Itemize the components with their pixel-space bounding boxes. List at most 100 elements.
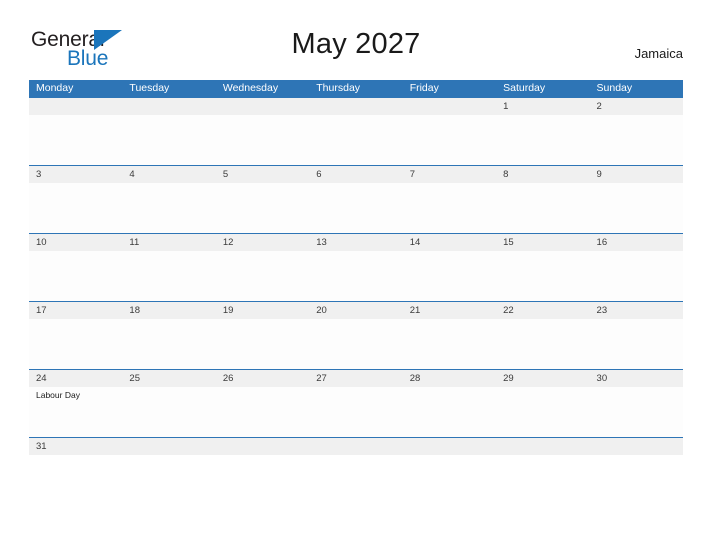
- day-cell[interactable]: [309, 319, 402, 369]
- day-cell[interactable]: [590, 115, 683, 165]
- day-cell[interactable]: [403, 319, 496, 369]
- week-body-band: [29, 319, 683, 369]
- weekday-monday: Monday: [36, 82, 74, 94]
- date-number[interactable]: 13: [309, 234, 402, 251]
- day-cell[interactable]: [496, 183, 589, 233]
- date-number[interactable]: 10: [29, 234, 122, 251]
- day-cell[interactable]: [309, 183, 402, 233]
- date-number[interactable]: 16: [590, 234, 683, 251]
- date-number[interactable]: 12: [216, 234, 309, 251]
- day-cell[interactable]: [590, 251, 683, 301]
- week-row: 17 18 19 20 21 22 23: [29, 301, 683, 369]
- day-cell[interactable]: [309, 115, 402, 165]
- date-number[interactable]: 29: [496, 370, 589, 387]
- date-number[interactable]: 4: [122, 166, 215, 183]
- weekday-friday: Friday: [409, 82, 439, 94]
- day-cell[interactable]: [29, 183, 122, 233]
- date-number[interactable]: [309, 98, 402, 115]
- region-label: Jamaica: [634, 46, 683, 61]
- day-cell[interactable]: [403, 115, 496, 165]
- day-cell[interactable]: [216, 183, 309, 233]
- day-cell[interactable]: [29, 251, 122, 301]
- date-number[interactable]: 17: [29, 302, 122, 319]
- day-cell[interactable]: [403, 387, 496, 437]
- day-cell[interactable]: [122, 115, 215, 165]
- day-cell[interactable]: [122, 387, 215, 437]
- week-body-band: [29, 183, 683, 233]
- week-row: 3 4 5 6 7 8 9: [29, 165, 683, 233]
- week-row: 31: [29, 437, 683, 455]
- day-cell[interactable]: [403, 251, 496, 301]
- week-date-band: 10 11 12 13 14 15 16: [29, 234, 683, 251]
- week-body-band: [29, 115, 683, 165]
- date-number[interactable]: 7: [403, 166, 496, 183]
- week-date-band: 17 18 19 20 21 22 23: [29, 302, 683, 319]
- date-number[interactable]: 14: [403, 234, 496, 251]
- day-cell[interactable]: [403, 183, 496, 233]
- date-number[interactable]: 5: [216, 166, 309, 183]
- date-number[interactable]: 18: [122, 302, 215, 319]
- date-number[interactable]: 2: [590, 98, 683, 115]
- date-number[interactable]: [309, 438, 402, 455]
- week-body-band: [29, 251, 683, 301]
- weekday-tuesday: Tuesday: [129, 82, 170, 94]
- day-cell[interactable]: [122, 319, 215, 369]
- date-number[interactable]: 27: [309, 370, 402, 387]
- date-number[interactable]: 6: [309, 166, 402, 183]
- date-number[interactable]: [122, 438, 215, 455]
- date-number[interactable]: [403, 98, 496, 115]
- date-number[interactable]: 26: [216, 370, 309, 387]
- date-number[interactable]: 24: [29, 370, 122, 387]
- date-number[interactable]: 23: [590, 302, 683, 319]
- day-cell[interactable]: Labour Day: [29, 387, 122, 437]
- day-cell[interactable]: [496, 387, 589, 437]
- date-number[interactable]: 21: [403, 302, 496, 319]
- event-label: Labour Day: [36, 390, 80, 400]
- week-row: 10 11 12 13 14 15 16: [29, 233, 683, 301]
- weekday-sunday: Sunday: [596, 82, 633, 94]
- day-cell[interactable]: [496, 319, 589, 369]
- date-number[interactable]: [29, 98, 122, 115]
- day-cell[interactable]: [590, 387, 683, 437]
- date-number[interactable]: 11: [122, 234, 215, 251]
- day-cell[interactable]: [309, 387, 402, 437]
- week-date-band: 24 25 26 27 28 29 30: [29, 370, 683, 387]
- day-cell[interactable]: [216, 387, 309, 437]
- date-number[interactable]: 20: [309, 302, 402, 319]
- day-cell[interactable]: [216, 115, 309, 165]
- day-cell[interactable]: [590, 319, 683, 369]
- day-cell[interactable]: [122, 251, 215, 301]
- calendar-page: General Blue May 2027 Jamaica Monday Tue…: [0, 0, 712, 550]
- date-number[interactable]: 25: [122, 370, 215, 387]
- weekday-saturday: Saturday: [503, 82, 546, 94]
- day-cell[interactable]: [29, 319, 122, 369]
- date-number[interactable]: 3: [29, 166, 122, 183]
- date-number[interactable]: [122, 98, 215, 115]
- date-number[interactable]: 31: [29, 438, 122, 455]
- week-body-band: Labour Day: [29, 387, 683, 437]
- date-number[interactable]: 8: [496, 166, 589, 183]
- date-number[interactable]: 22: [496, 302, 589, 319]
- date-number[interactable]: [216, 98, 309, 115]
- day-cell[interactable]: [590, 183, 683, 233]
- day-cell[interactable]: [309, 251, 402, 301]
- date-number[interactable]: 30: [590, 370, 683, 387]
- weekday-thursday: Thursday: [316, 82, 361, 94]
- day-cell[interactable]: [216, 251, 309, 301]
- date-number[interactable]: [403, 438, 496, 455]
- day-cell[interactable]: [29, 115, 122, 165]
- date-number[interactable]: 15: [496, 234, 589, 251]
- date-number[interactable]: 1: [496, 98, 589, 115]
- day-cell[interactable]: [122, 183, 215, 233]
- page-title: May 2027: [291, 28, 421, 60]
- date-number[interactable]: [590, 438, 683, 455]
- date-number[interactable]: 9: [590, 166, 683, 183]
- day-cell[interactable]: [216, 319, 309, 369]
- date-number[interactable]: 19: [216, 302, 309, 319]
- day-cell[interactable]: [496, 115, 589, 165]
- week-date-band: 1 2: [29, 98, 683, 115]
- day-cell[interactable]: [496, 251, 589, 301]
- date-number[interactable]: 28: [403, 370, 496, 387]
- date-number[interactable]: [216, 438, 309, 455]
- date-number[interactable]: [496, 438, 589, 455]
